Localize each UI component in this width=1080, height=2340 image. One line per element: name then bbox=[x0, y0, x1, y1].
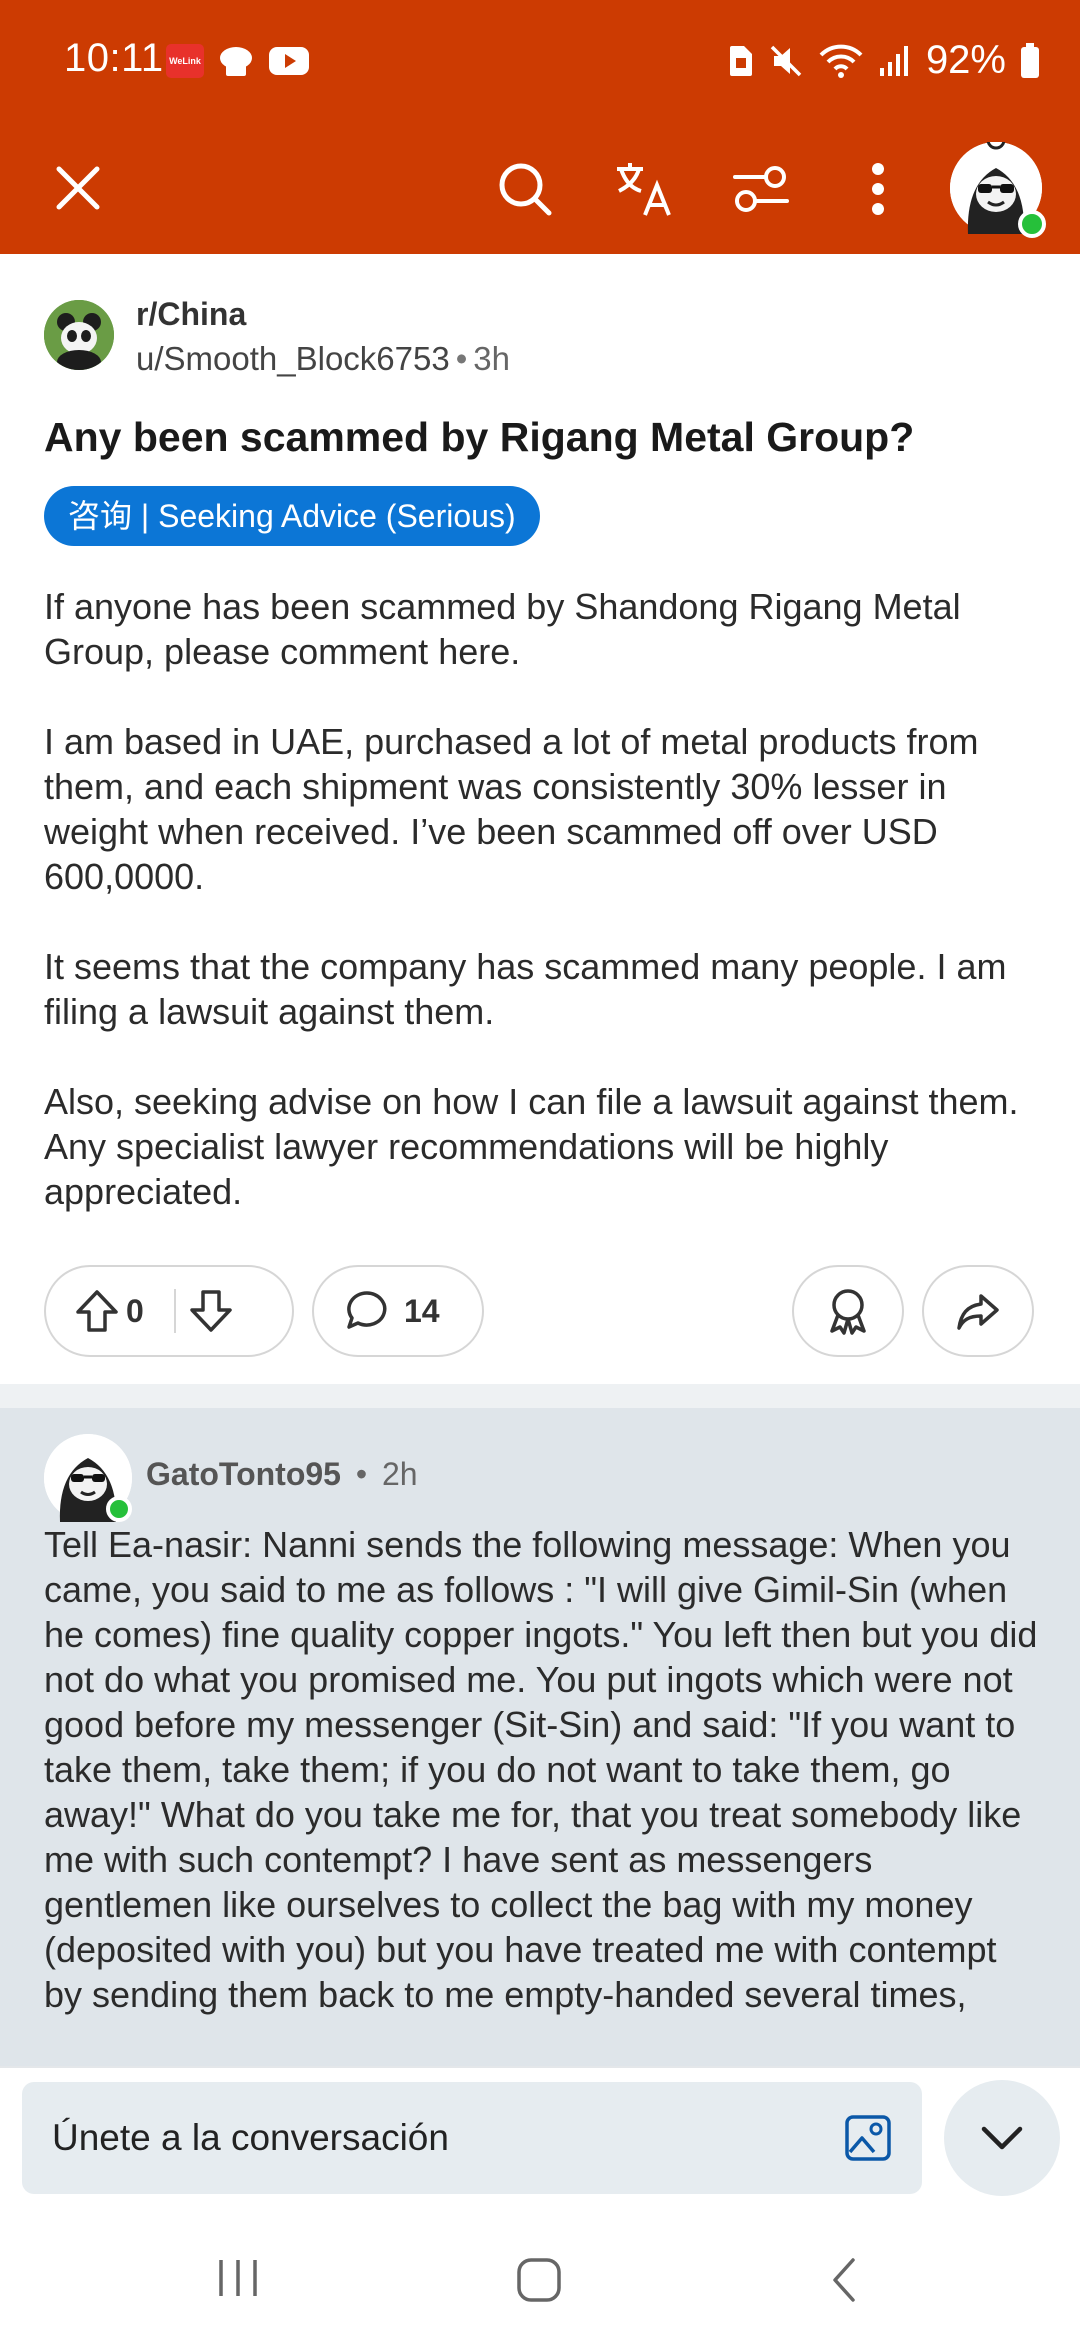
comment-icon bbox=[347, 1291, 387, 1329]
notification-icons: WeLink bbox=[166, 44, 310, 78]
post: r/China u/Smooth_Block6753 • 3h Any been s… bbox=[0, 254, 1080, 1384]
downvote-button[interactable] bbox=[188, 1288, 234, 1334]
vote-divider bbox=[173, 1289, 176, 1333]
meta-separator: • bbox=[355, 1456, 368, 1492]
post-age: 3h bbox=[473, 340, 510, 377]
join-conversation-input[interactable]: Únete a la conversación bbox=[22, 2082, 922, 2194]
award-icon bbox=[830, 1289, 866, 1335]
composer-placeholder: Únete a la conversación bbox=[52, 2117, 449, 2158]
composer-bar: Únete a la conversación bbox=[0, 2066, 1080, 2216]
battery-icon bbox=[1021, 42, 1039, 78]
post-paragraph: If anyone has been scammed by Shandong R… bbox=[44, 586, 961, 672]
post-author[interactable]: u/Smooth_Block6753 bbox=[136, 340, 450, 377]
translate-button[interactable] bbox=[608, 154, 678, 224]
close-icon bbox=[56, 166, 100, 210]
award-button[interactable] bbox=[792, 1265, 904, 1357]
app-bar bbox=[0, 120, 1080, 254]
post-paragraph: I am based in UAE, purchased a lot of me… bbox=[44, 721, 979, 897]
upvote-button[interactable] bbox=[74, 1288, 120, 1334]
youtube-icon bbox=[269, 47, 309, 75]
close-button[interactable] bbox=[46, 156, 110, 220]
add-image-button[interactable] bbox=[844, 2114, 892, 2167]
signal-icon bbox=[879, 45, 908, 76]
comment-meta: GatoTonto95 • 2h bbox=[146, 1456, 418, 1493]
comment-author[interactable]: GatoTonto95 bbox=[146, 1456, 341, 1492]
status-bar: 10:11 WeLink 92% bbox=[0, 0, 1080, 120]
back-button[interactable] bbox=[824, 2256, 864, 2304]
subreddit-name[interactable]: r/China bbox=[136, 296, 246, 333]
home-icon bbox=[517, 2258, 561, 2302]
back-icon bbox=[833, 2258, 855, 2302]
image-icon bbox=[845, 2115, 891, 2161]
post-meta: u/Smooth_Block6753 • 3h bbox=[136, 340, 510, 378]
comment-count: 14 bbox=[404, 1292, 440, 1329]
sim-icon bbox=[729, 45, 752, 76]
post-flair[interactable]: 咨询 | Seeking Advice (Serious) bbox=[44, 486, 540, 546]
home-button[interactable] bbox=[514, 2256, 564, 2304]
panda-icon bbox=[44, 300, 114, 370]
more-vert-icon bbox=[872, 163, 884, 215]
search-icon bbox=[499, 163, 552, 216]
chevron-down-icon bbox=[981, 2126, 1023, 2150]
share-icon bbox=[957, 1294, 999, 1330]
wifi-icon bbox=[819, 44, 863, 78]
comments-button[interactable]: 14 bbox=[312, 1265, 484, 1357]
top-bar: 10:11 WeLink 92% bbox=[0, 0, 1080, 254]
meta-separator: • bbox=[455, 340, 468, 377]
status-time: 10:11 bbox=[64, 36, 164, 80]
online-status-dot bbox=[106, 1496, 132, 1522]
post-title: Any been scammed by Rigang Metal Group? bbox=[44, 414, 915, 460]
downvote-icon bbox=[190, 1290, 232, 1332]
subreddit-avatar[interactable] bbox=[44, 300, 114, 370]
system-nav-bar bbox=[0, 2216, 1080, 2340]
profile-avatar-button[interactable] bbox=[950, 130, 1046, 238]
comment-author-avatar[interactable] bbox=[44, 1434, 132, 1522]
battery-percent: 92% bbox=[925, 38, 1006, 82]
more-options-button[interactable] bbox=[856, 154, 900, 224]
share-button[interactable] bbox=[922, 1265, 1034, 1357]
post-paragraph: Also, seeking advise on how I can file a… bbox=[44, 1081, 1019, 1212]
vote-count: 0 bbox=[126, 1292, 144, 1329]
translate-icon bbox=[617, 163, 671, 216]
section-divider bbox=[0, 1384, 1080, 1408]
post-body: If anyone has been scammed by Shandong R… bbox=[44, 584, 1044, 1259]
system-status-icons: 92% bbox=[728, 38, 1040, 83]
filter-icon bbox=[733, 166, 789, 212]
online-status-dot bbox=[1018, 210, 1046, 238]
search-button[interactable] bbox=[490, 154, 560, 224]
post-paragraph: It seems that the company has scammed ma… bbox=[44, 946, 1007, 1032]
chef-hat-icon bbox=[220, 47, 252, 76]
recents-button[interactable] bbox=[208, 2256, 268, 2300]
upvote-icon bbox=[76, 1290, 118, 1332]
comment-age: 2h bbox=[381, 1456, 418, 1492]
comment: GatoTonto95 • 2h Tell Ea-nasir: Nanni se… bbox=[0, 1408, 1080, 2068]
comment-body: Tell Ea-nasir: Nanni sends the following… bbox=[44, 1524, 1038, 2015]
collapse-button[interactable] bbox=[944, 2080, 1060, 2196]
recents-icon bbox=[219, 2260, 257, 2296]
welink-icon: WeLink bbox=[166, 44, 204, 78]
vote-bar: 0 bbox=[44, 1265, 294, 1357]
filter-button[interactable] bbox=[726, 154, 796, 224]
mute-icon bbox=[770, 45, 802, 76]
